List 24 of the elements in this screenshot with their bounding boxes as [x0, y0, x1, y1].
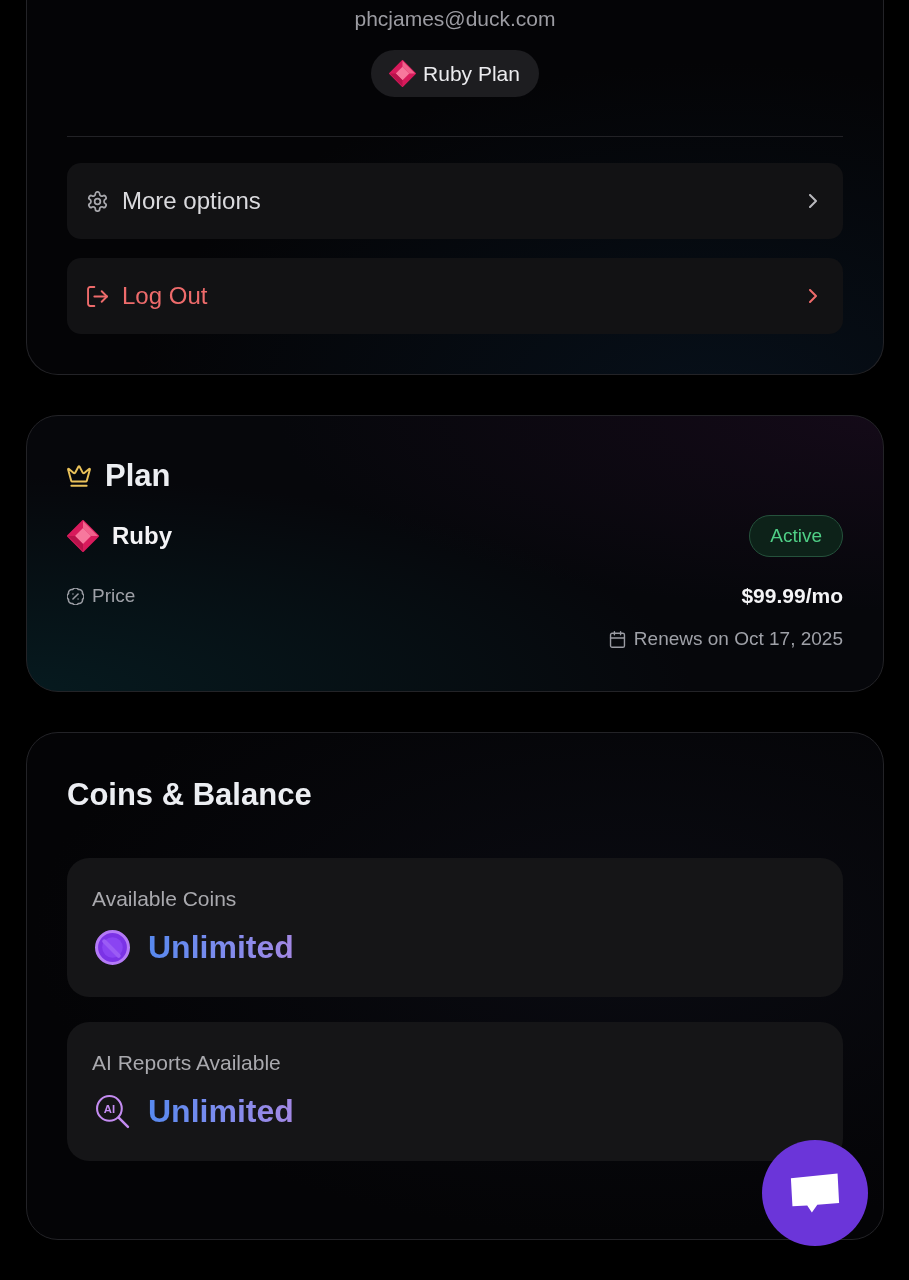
status-badge: Active: [749, 515, 843, 557]
plan-title: Plan: [105, 457, 171, 495]
chevron-right-icon: [809, 194, 817, 208]
coin-icon: [95, 929, 130, 965]
chevron-right-icon: [809, 289, 817, 303]
speech-bubble-icon: [789, 1172, 841, 1214]
settings-icon: [87, 190, 108, 212]
balance-title: Coins & Balance: [67, 776, 313, 814]
balance-label: Available Coins: [92, 886, 238, 912]
calendar-icon: [608, 630, 626, 648]
email-text: phcjames@duck.com: [354, 6, 556, 32]
log-out-button[interactable]: Log Out: [67, 258, 843, 334]
more-options-button[interactable]: More options: [67, 163, 843, 239]
renewal-date: Renews on Oct 17, 2025: [633, 627, 843, 651]
plan-badge: Ruby Plan: [371, 50, 539, 97]
plan-name: Ruby: [112, 522, 172, 550]
balance-label: AI Reports Available: [92, 1050, 282, 1076]
price-value: $99.99/mo: [741, 584, 843, 608]
log-out-icon: [87, 285, 108, 307]
price-label: Price: [92, 584, 136, 608]
percent-badge-icon: [67, 587, 84, 605]
ruby-gem-icon: [389, 60, 417, 87]
crown-icon: [67, 465, 91, 487]
ruby-gem-icon: [67, 520, 99, 552]
